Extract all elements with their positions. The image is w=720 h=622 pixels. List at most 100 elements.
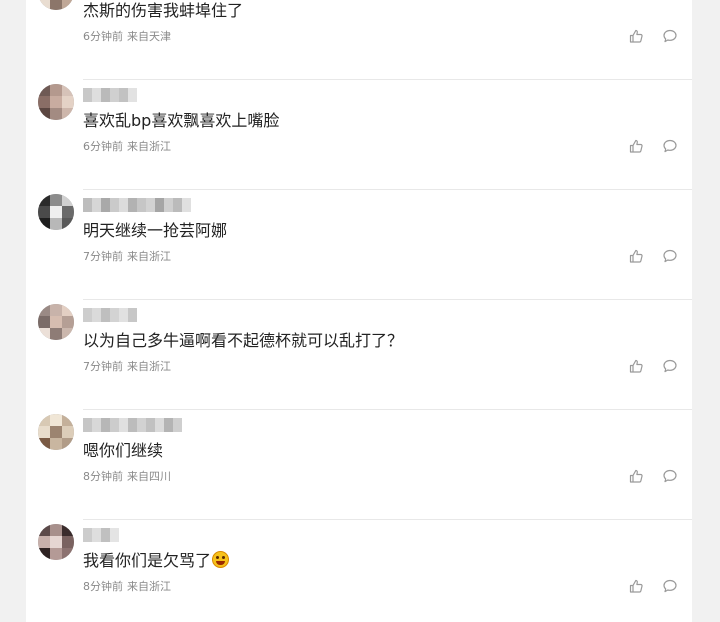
- avatar-pixel: [50, 0, 62, 10]
- username-pixel: [110, 198, 119, 212]
- avatar[interactable]: [38, 304, 74, 340]
- avatar-pixel: [62, 304, 74, 316]
- username-pixel: [119, 88, 128, 102]
- comment-text-content: 喜欢乱bp喜欢飘喜欢上嘴脸: [83, 111, 280, 130]
- comment-meta: 6分钟前 来自天津: [83, 30, 171, 44]
- comment-text-content: 明天继续一抢芸阿娜: [83, 221, 228, 240]
- comment-location: 来自浙江: [127, 250, 171, 263]
- avatar-pixel: [62, 524, 74, 536]
- avatar-pixel: [50, 414, 62, 426]
- avatar[interactable]: [38, 194, 74, 230]
- username-pixel: [101, 418, 110, 432]
- avatar-pixel: [62, 194, 74, 206]
- avatar-pixel: [50, 84, 62, 96]
- username-pixel: [173, 198, 182, 212]
- avatar-pixel: [62, 316, 74, 328]
- thumbs-up-icon[interactable]: [628, 248, 644, 264]
- avatar[interactable]: [38, 0, 74, 10]
- avatar-pixel: [38, 218, 50, 230]
- username-pixel: [110, 528, 119, 542]
- username-pixel: [101, 528, 110, 542]
- comment-icon[interactable]: [662, 468, 678, 484]
- username-pixel: [119, 198, 128, 212]
- username-blurred[interactable]: [83, 418, 182, 432]
- avatar-pixel: [50, 108, 62, 120]
- avatar-pixel: [62, 328, 74, 340]
- username-pixel: [137, 418, 146, 432]
- thumbs-up-icon[interactable]: [628, 358, 644, 374]
- avatar-pixel: [62, 84, 74, 96]
- username-pixel: [155, 418, 164, 432]
- avatar-pixel: [50, 96, 62, 108]
- comment-icon[interactable]: [662, 248, 678, 264]
- avatar-pixel: [62, 96, 74, 108]
- comment-item: 我看你们是欠骂了 8分钟前 来自浙江: [26, 520, 692, 622]
- comment-icon[interactable]: [662, 138, 678, 154]
- username-pixel: [164, 418, 173, 432]
- username-pixel: [146, 198, 155, 212]
- avatar-pixel: [38, 206, 50, 218]
- avatar[interactable]: [38, 524, 74, 560]
- avatar-pixel: [50, 316, 62, 328]
- username-blurred[interactable]: [83, 198, 191, 212]
- avatar-pixel: [62, 0, 74, 10]
- avatar-pixel: [38, 328, 50, 340]
- username-pixel: [119, 418, 128, 432]
- comment-item: 明天继续一抢芸阿娜 7分钟前 来自浙江: [26, 190, 692, 300]
- username-pixel: [146, 418, 155, 432]
- avatar-pixel: [62, 548, 74, 560]
- username-pixel: [92, 198, 101, 212]
- username-pixel: [83, 308, 92, 322]
- avatar-pixel: [50, 328, 62, 340]
- avatar-pixel: [62, 108, 74, 120]
- username-pixel: [128, 418, 137, 432]
- comment-item: 杰斯的伤害我蚌埠住了 6分钟前 来自天津: [26, 0, 692, 80]
- username-blurred[interactable]: [83, 528, 119, 542]
- comment-location: 来自浙江: [127, 140, 171, 153]
- username-pixel: [128, 308, 137, 322]
- avatar-pixel: [38, 0, 50, 10]
- comment-time: 6分钟前: [83, 140, 123, 153]
- avatar[interactable]: [38, 84, 74, 120]
- username-pixel: [173, 418, 182, 432]
- avatar-pixel: [50, 438, 62, 450]
- username-pixel: [92, 308, 101, 322]
- avatar-pixel: [62, 218, 74, 230]
- comment-item: 嗯你们继续 8分钟前 来自四川: [26, 410, 692, 520]
- comment-icon[interactable]: [662, 578, 678, 594]
- comment-location: 来自浙江: [127, 360, 171, 373]
- thumbs-up-icon[interactable]: [628, 578, 644, 594]
- username-pixel: [101, 308, 110, 322]
- comment-text-content: 嗯你们继续: [83, 441, 164, 460]
- avatar-pixel: [38, 194, 50, 206]
- username-blurred[interactable]: [83, 88, 137, 102]
- username-pixel: [137, 198, 146, 212]
- avatar-pixel: [38, 304, 50, 316]
- avatar-pixel: [50, 206, 62, 218]
- avatar-pixel: [62, 206, 74, 218]
- thumbs-up-icon[interactable]: [628, 138, 644, 154]
- avatar-pixel: [62, 426, 74, 438]
- avatar-pixel: [38, 316, 50, 328]
- comment-item: 喜欢乱bp喜欢飘喜欢上嘴脸 6分钟前 来自浙江: [26, 80, 692, 190]
- avatar-pixel: [50, 524, 62, 536]
- comment-icon[interactable]: [662, 28, 678, 44]
- thumbs-up-icon[interactable]: [628, 468, 644, 484]
- comment-icon[interactable]: [662, 358, 678, 374]
- username-pixel: [128, 198, 137, 212]
- comment-meta: 8分钟前 来自四川: [83, 470, 171, 484]
- avatar[interactable]: [38, 414, 74, 450]
- avatar-pixel: [38, 414, 50, 426]
- comment-text: 杰斯的伤害我蚌埠住了: [83, 0, 243, 23]
- comment-meta: 8分钟前 来自浙江: [83, 580, 171, 594]
- username-pixel: [101, 198, 110, 212]
- comment-time: 6分钟前: [83, 30, 123, 43]
- username-pixel: [92, 88, 101, 102]
- username-blurred[interactable]: [83, 308, 137, 322]
- avatar-pixel: [62, 414, 74, 426]
- comment-meta: 7分钟前 来自浙江: [83, 250, 171, 264]
- avatar-pixel: [38, 438, 50, 450]
- username-pixel: [164, 198, 173, 212]
- avatar-pixel: [38, 96, 50, 108]
- thumbs-up-icon[interactable]: [628, 28, 644, 44]
